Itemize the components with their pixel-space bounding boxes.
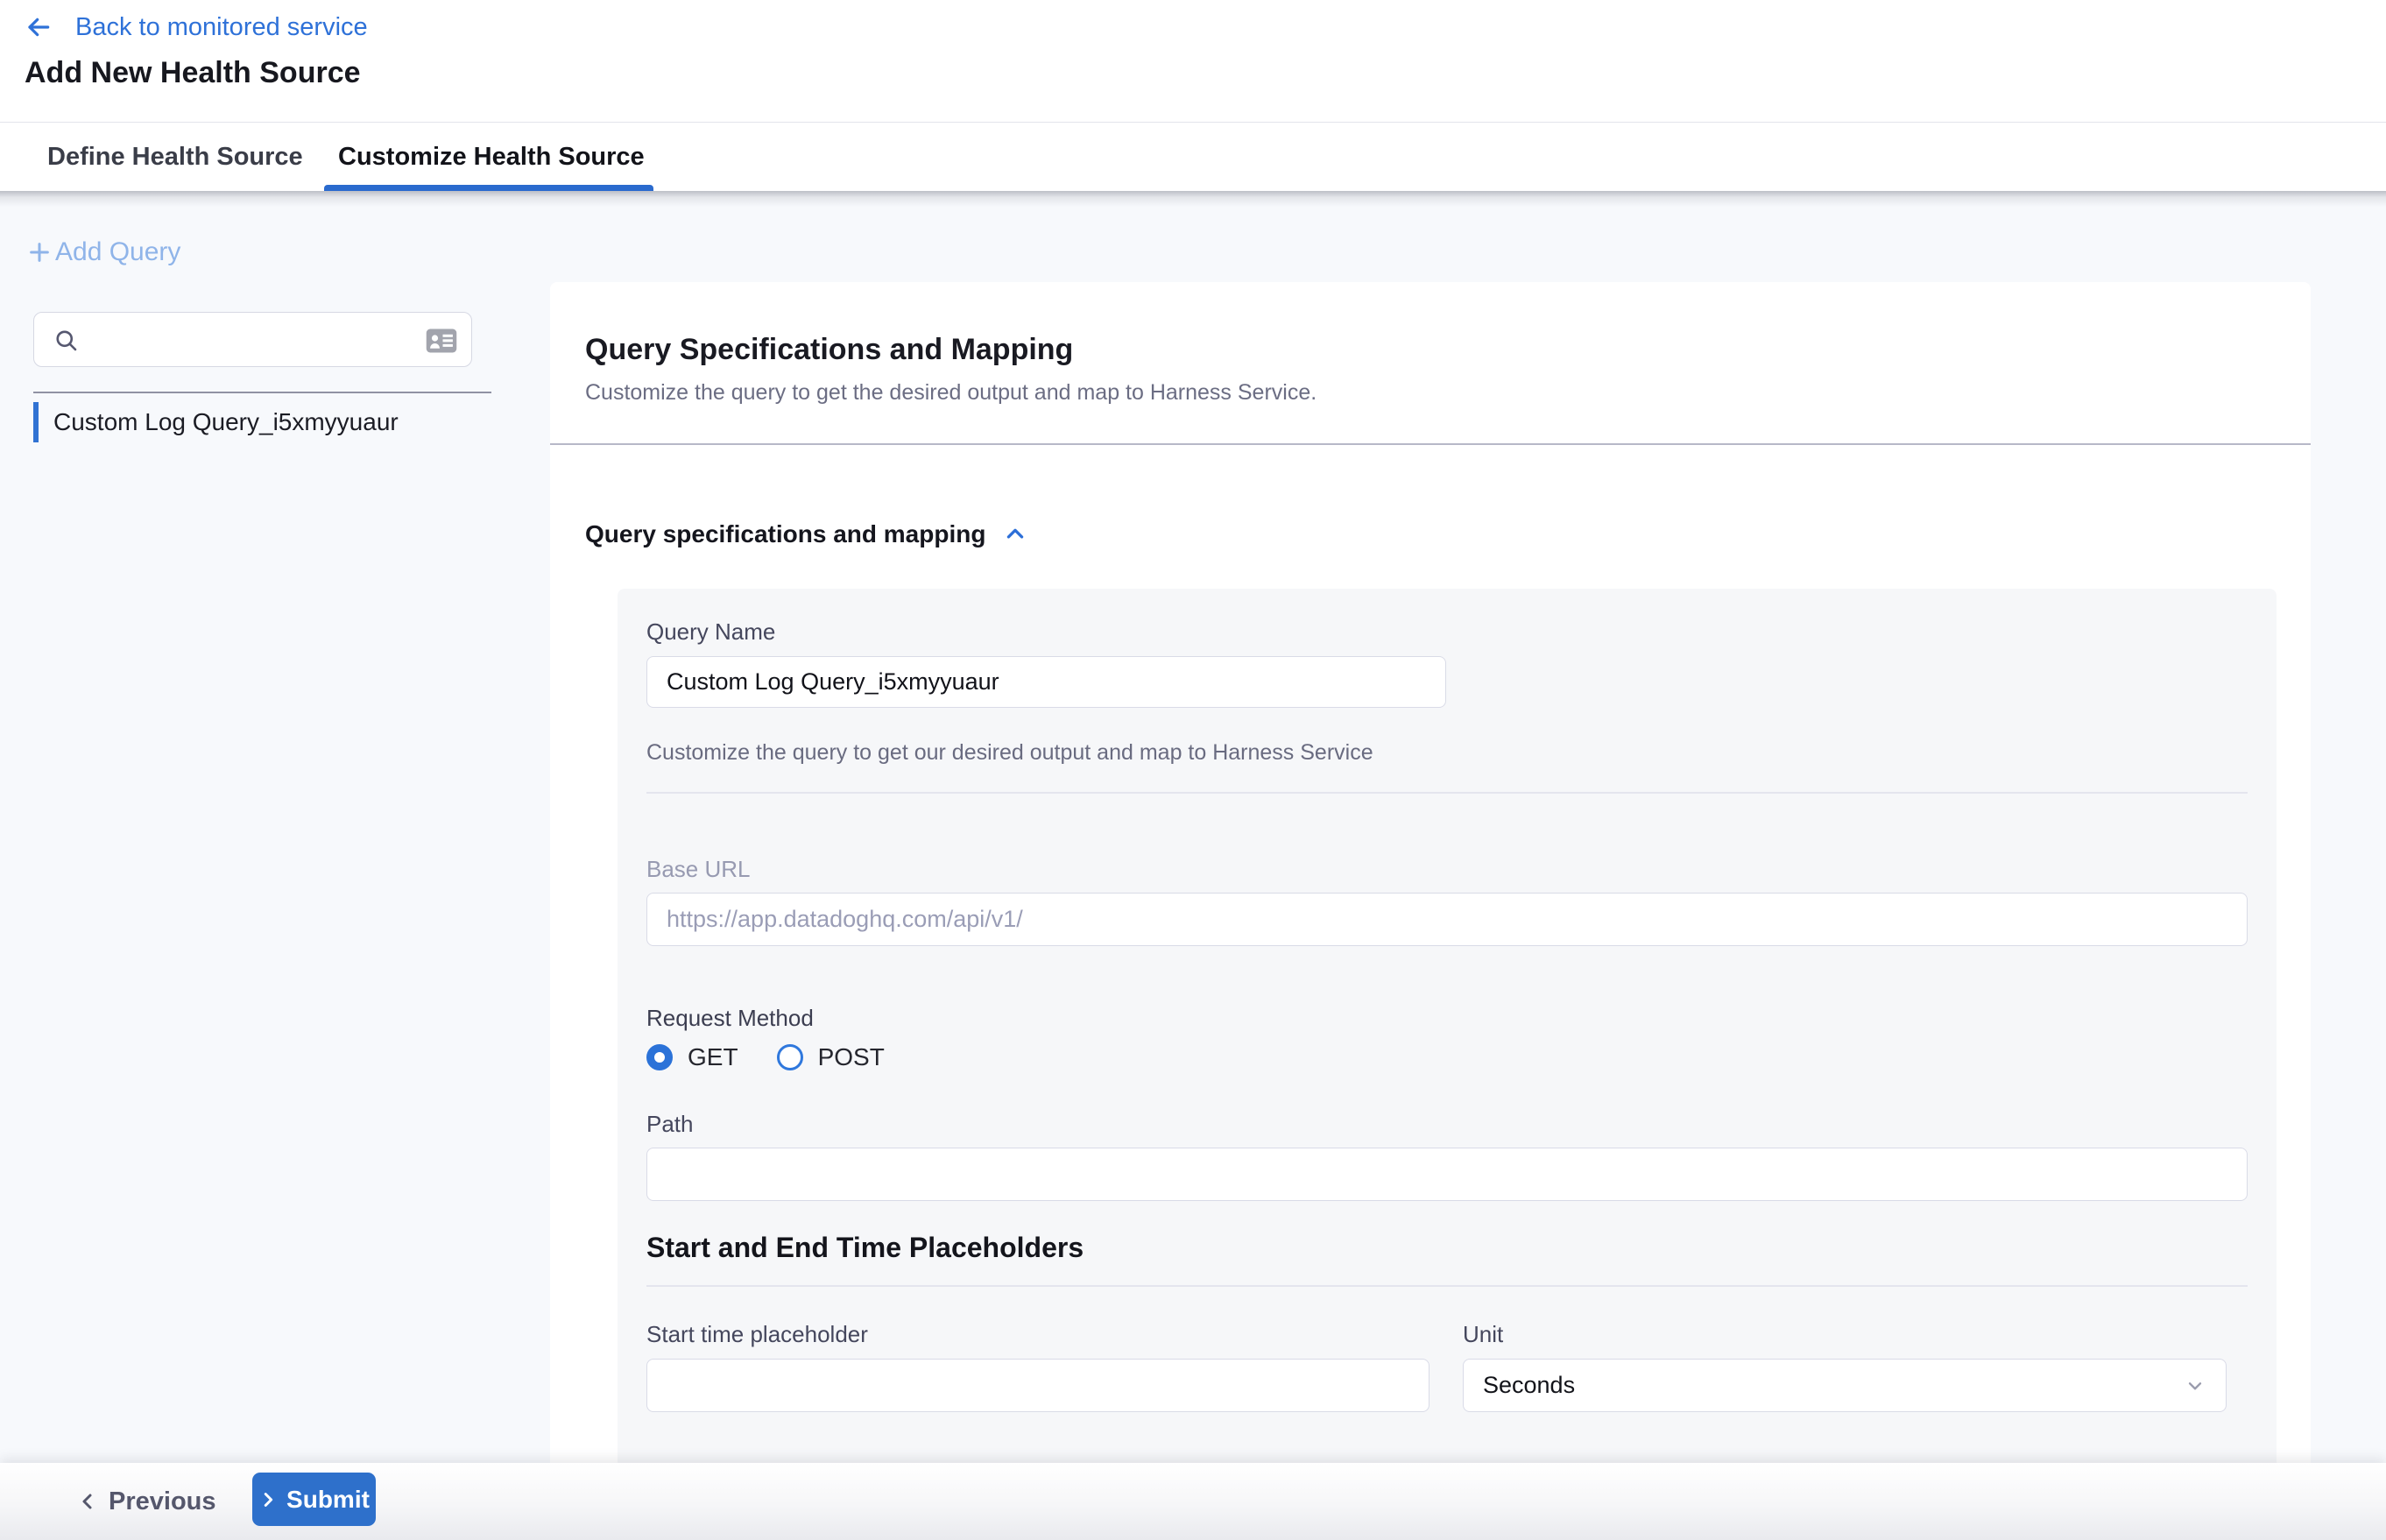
request-method-radio-group: GET POST: [646, 1043, 885, 1071]
form-divider: [646, 1285, 2248, 1287]
query-name-label: Query Name: [646, 618, 775, 646]
previous-button-label: Previous: [109, 1487, 216, 1516]
query-list-item-label: Custom Log Query_i5xmyyuaur: [53, 402, 399, 442]
start-end-placeholders-heading: Start and End Time Placeholders: [646, 1232, 1084, 1264]
footer-bar: Previous Submit: [0, 1463, 2386, 1540]
tab-bar: Define Health Source Customize Health So…: [0, 122, 2386, 191]
add-query-button[interactable]: Add Query: [27, 237, 180, 267]
form-divider: [646, 792, 2248, 794]
section-header: Query specifications and mapping: [585, 520, 1027, 548]
base-url-label: Base URL: [646, 856, 751, 883]
path-label: Path: [646, 1111, 694, 1138]
panel-subtitle: Customize the query to get the desired o…: [585, 380, 1317, 406]
unit-label: Unit: [1463, 1321, 1503, 1348]
back-link-label: Back to monitored service: [75, 13, 368, 42]
query-name-input[interactable]: [646, 656, 1446, 708]
previous-button[interactable]: Previous: [77, 1463, 216, 1540]
chevron-down-icon: [2184, 1374, 2206, 1397]
arrow-left-icon: [25, 13, 53, 41]
panel-title: Query Specifications and Mapping: [585, 333, 1073, 367]
radio-get[interactable]: [646, 1044, 673, 1070]
query-specifications-panel: Query Specifications and Mapping Customi…: [550, 282, 2311, 1540]
radio-post[interactable]: [777, 1044, 803, 1070]
submit-button-label: Submit: [286, 1486, 370, 1514]
sidebar-divider: [33, 392, 491, 393]
unit-select-value: Seconds: [1483, 1372, 2184, 1399]
tab-customize-health-source[interactable]: Customize Health Source: [338, 123, 645, 192]
submit-button[interactable]: Submit: [252, 1473, 376, 1526]
query-form-card: Query Name Customize the query to get ou…: [618, 589, 2277, 1540]
start-time-placeholder-input[interactable]: [646, 1359, 1429, 1412]
panel-header-divider: [550, 443, 2311, 445]
path-input[interactable]: [646, 1148, 2248, 1201]
selected-query-indicator: [33, 402, 39, 442]
base-url-input[interactable]: [646, 893, 2248, 946]
query-name-helper-text: Customize the query to get our desired o…: [646, 740, 1373, 766]
page-header: Back to monitored service Add New Health…: [0, 0, 2386, 122]
query-search-box: [33, 312, 472, 367]
active-tab-underline: [324, 185, 653, 191]
start-time-placeholder-label: Start time placeholder: [646, 1321, 868, 1348]
tab-define-health-source[interactable]: Define Health Source: [47, 123, 303, 192]
radio-post-label[interactable]: POST: [818, 1043, 885, 1071]
request-method-label: Request Method: [646, 1005, 814, 1032]
query-list-item[interactable]: Custom Log Query_i5xmyyuaur: [33, 402, 399, 442]
search-icon: [53, 328, 80, 354]
radio-get-label[interactable]: GET: [688, 1043, 738, 1071]
plus-icon: [27, 240, 52, 265]
chevron-up-icon[interactable]: [1003, 522, 1027, 547]
chevron-left-icon: [77, 1491, 98, 1512]
unit-select[interactable]: Seconds: [1463, 1359, 2227, 1412]
add-query-label: Add Query: [55, 237, 180, 267]
id-card-icon[interactable]: [426, 328, 457, 354]
back-to-monitored-service-link[interactable]: Back to monitored service: [25, 11, 368, 44]
query-search-input[interactable]: [115, 314, 413, 365]
section-title: Query specifications and mapping: [585, 520, 985, 548]
chevron-right-icon: [258, 1490, 278, 1509]
page-title: Add New Health Source: [25, 56, 361, 90]
